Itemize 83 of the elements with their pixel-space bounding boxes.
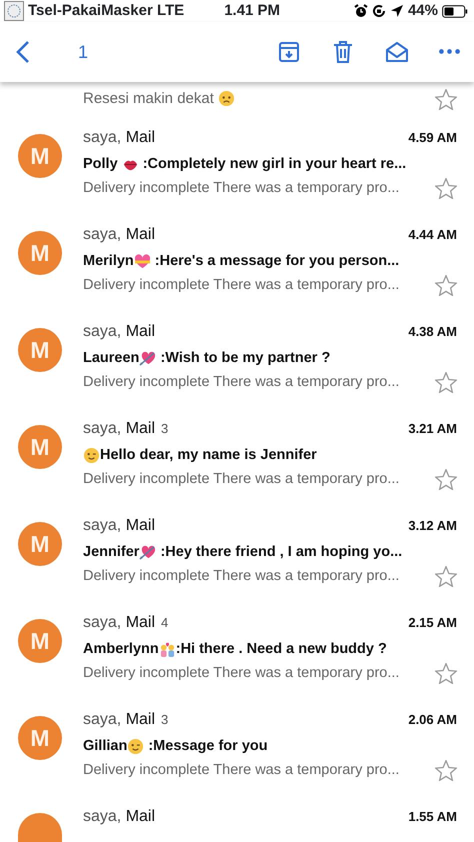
sender-name: saya, Mail xyxy=(83,613,156,633)
avatar: M xyxy=(18,328,62,372)
message-time: 1.55 AM xyxy=(408,808,457,826)
star-button[interactable] xyxy=(435,566,457,588)
message-time: 4.59 AM xyxy=(408,129,457,147)
avatar: M xyxy=(18,425,62,469)
star-icon xyxy=(435,760,457,782)
message-time: 4.38 AM xyxy=(408,323,457,341)
thread-count: 3 xyxy=(161,711,168,729)
back-button[interactable] xyxy=(16,40,30,64)
sender-name: saya, Mail xyxy=(83,710,156,730)
heart-icon xyxy=(134,253,151,270)
mark-read-button[interactable] xyxy=(385,40,409,64)
heart-arrow-icon xyxy=(139,544,156,562)
star-icon xyxy=(435,275,457,296)
thread-count: 3 xyxy=(161,420,168,438)
message-preview: Delivery incomplete There was a temporary pro... xyxy=(83,372,400,392)
star-icon xyxy=(435,566,457,588)
star-button[interactable] xyxy=(435,372,457,394)
sender-name: saya, Mail xyxy=(83,419,156,439)
sender-name: saya, Mail xyxy=(83,322,156,342)
rotation-lock-icon xyxy=(372,4,386,18)
message-preview: Delivery incomplete There was a temporary pro... xyxy=(83,760,400,780)
message-preview: Delivery incomplete There was a temporary pro... xyxy=(83,276,400,295)
message-preview: Resesi makin dekat xyxy=(83,88,235,110)
couple-heart-icon xyxy=(158,641,176,658)
star-button[interactable] xyxy=(435,178,457,200)
star-button[interactable] xyxy=(435,663,457,684)
heart-arrow-icon xyxy=(139,350,156,368)
carrier-logo-icon xyxy=(4,1,24,21)
thread-count: 4 xyxy=(161,614,168,632)
delete-icon xyxy=(331,40,355,64)
avatar: M xyxy=(18,716,62,760)
message-subject: Gillian :Message for you xyxy=(83,737,269,758)
message-subject: Polly :Completely new girl in your heart re... xyxy=(83,155,408,176)
sad-face-icon xyxy=(218,90,235,108)
avatar: M xyxy=(18,522,62,566)
alarm-icon xyxy=(354,4,368,18)
delete-button[interactable] xyxy=(331,40,355,64)
star-icon xyxy=(435,372,457,394)
star-icon xyxy=(435,178,457,200)
avatar: M xyxy=(18,231,62,275)
avatar: M xyxy=(18,619,62,663)
message-preview: Delivery incomplete There was a temporary pro... xyxy=(83,470,400,489)
back-chevron-icon xyxy=(16,40,30,64)
wink-face-icon xyxy=(83,447,100,464)
archive-icon xyxy=(277,40,301,64)
mark-read-icon xyxy=(385,40,409,64)
star-button[interactable] xyxy=(435,275,457,296)
battery-percent: 44% xyxy=(408,0,438,21)
clock-time: 1.41 PM xyxy=(223,0,280,21)
message-preview: Delivery incomplete There was a temporary pro... xyxy=(83,178,400,198)
wink-face-icon xyxy=(127,738,144,756)
message-time: 4.44 AM xyxy=(408,226,457,244)
sender-name: saya, Mail xyxy=(83,225,156,245)
message-subject: Laureen :Wish to be my partner ? xyxy=(83,349,332,370)
avatar: M xyxy=(18,134,62,178)
message-subject: Amberlynn :Hi there . Need a new buddy ? xyxy=(83,640,388,660)
selected-count: 1 xyxy=(78,40,88,64)
sender-name: saya, Mail xyxy=(83,516,156,536)
message-preview: Delivery incomplete There was a temporary pro... xyxy=(83,566,400,586)
sender-name: saya, Mail xyxy=(83,128,156,148)
avatar xyxy=(18,813,62,842)
star-icon xyxy=(435,469,457,490)
sender-name: saya, Mail xyxy=(83,807,156,827)
star-icon xyxy=(435,89,457,110)
archive-button[interactable] xyxy=(277,40,301,64)
message-subject: Hello dear, my name is Jennifer xyxy=(83,445,457,467)
star-button[interactable] xyxy=(435,469,457,490)
message-time: 3.12 AM xyxy=(408,517,457,535)
message-preview: Delivery incomplete There was a temporary pro... xyxy=(83,664,400,683)
message-time: 2.06 AM xyxy=(408,711,457,729)
more-icon xyxy=(439,49,460,54)
star-button[interactable] xyxy=(435,760,457,782)
star-icon xyxy=(435,663,457,684)
battery-icon xyxy=(442,4,468,18)
message-subject: Jennifer :Hey there friend , I am hoping yo... xyxy=(83,543,404,564)
star-button[interactable] xyxy=(435,89,457,110)
carrier-name: Tsel-PakaiMasker LTE xyxy=(28,0,184,21)
message-subject: Merilyn :Here's a message for you person... xyxy=(83,252,400,272)
message-time: 2.15 AM xyxy=(408,614,457,632)
message-time: 3.21 AM xyxy=(408,420,457,438)
location-arrow-icon xyxy=(390,4,404,18)
